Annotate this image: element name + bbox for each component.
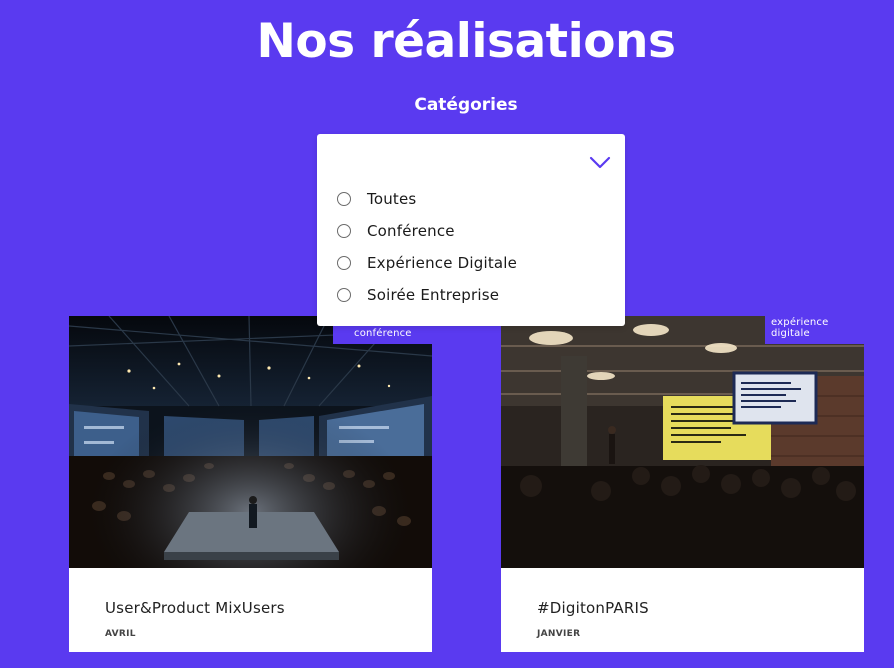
card-date: AVRIL xyxy=(105,629,136,639)
category-option-toutes[interactable]: Toutes xyxy=(337,187,416,211)
category-option-conference[interactable]: Conférence xyxy=(337,219,455,243)
category-option-experience-digitale[interactable]: Expérience Digitale xyxy=(337,251,517,275)
chevron-down-icon[interactable] xyxy=(589,154,611,170)
categories-label: Catégories xyxy=(414,95,518,115)
card-title[interactable]: #DigitonPARIS xyxy=(537,599,649,617)
page-title: Nos réalisations xyxy=(256,14,676,69)
category-option-label: Expérience Digitale xyxy=(367,254,518,272)
category-option-label: Conférence xyxy=(367,222,455,240)
card-category-tag: expérience digitale xyxy=(765,316,864,344)
card-date: JANVIER xyxy=(537,629,581,639)
project-card-digitonparis[interactable]: expérience digitale #DigitonPARIS JANVIE… xyxy=(501,316,864,652)
categories-dropdown[interactable]: Toutes Conférence Expérience Digitale So… xyxy=(317,134,625,326)
category-option-soiree-entreprise[interactable]: Soirée Entreprise xyxy=(337,283,499,307)
radio-button[interactable] xyxy=(337,224,351,238)
radio-button[interactable] xyxy=(337,288,351,302)
card-photo-conference: conférence xyxy=(69,316,432,568)
radio-button[interactable] xyxy=(337,192,351,206)
project-card-mixusers[interactable]: conférence User&Product MixUsers AVRIL xyxy=(69,316,432,652)
card-title[interactable]: User&Product MixUsers xyxy=(105,599,285,617)
card-photo-digital-experience: expérience digitale xyxy=(501,316,864,568)
radio-button[interactable] xyxy=(337,256,351,270)
category-option-label: Soirée Entreprise xyxy=(367,286,500,304)
category-option-label: Toutes xyxy=(367,190,417,208)
